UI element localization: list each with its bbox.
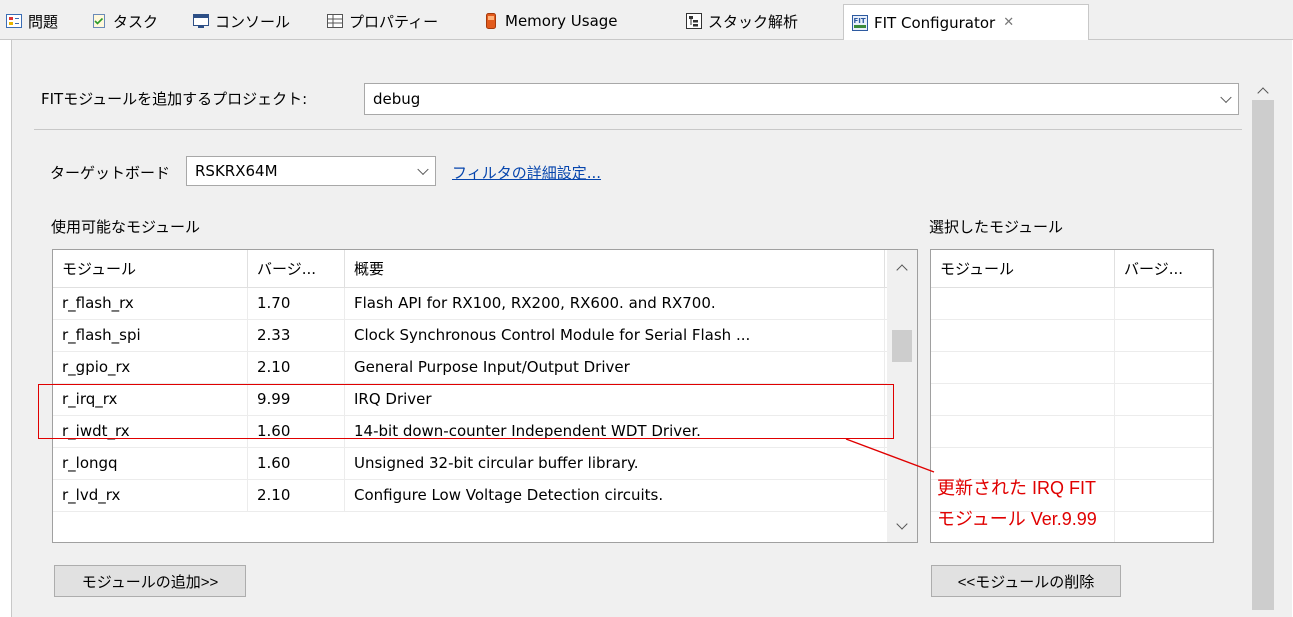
chevron-down-icon [1220, 91, 1232, 104]
table-header: モジュール バージ... [931, 250, 1213, 288]
table-row[interactable]: r_longq 1.60 Unsigned 32-bit circular buff… [53, 448, 917, 480]
empty-cell [1115, 384, 1213, 415]
empty-cell [931, 288, 1115, 319]
cell-summary: Clock Synchronous Control Module for Ser… [345, 320, 885, 351]
target-board-value: RSKRX64M [195, 162, 278, 180]
tab-label: Memory Usage [505, 12, 618, 30]
scrollbar-thumb[interactable] [1252, 100, 1274, 610]
tab-tasks[interactable]: タスク [91, 6, 158, 36]
chevron-down-icon [417, 163, 429, 176]
scrollbar-thumb[interactable] [892, 330, 912, 362]
selected-modules-title: 選択したモジュール [929, 218, 1063, 236]
tab-label: コンソール [215, 12, 291, 31]
table-row[interactable]: r_flash_rx 1.70 Flash API for RX100, RX200… [53, 288, 917, 320]
close-icon[interactable]: ✕ [1003, 15, 1014, 30]
fit-configurator-view: FITモジュールを追加するプロジェクト: debug ターゲットボード RSKR… [11, 40, 1292, 617]
table-row[interactable]: r_flash_spi 2.33 Clock Synchronous Control… [53, 320, 917, 352]
column-header-version[interactable]: バージ... [248, 250, 345, 288]
empty-cell [931, 416, 1115, 447]
tab-console[interactable]: コンソール [193, 6, 290, 36]
empty-row [931, 384, 1213, 416]
target-board-label: ターゲットボード [50, 164, 171, 182]
cell-module: r_flash_spi [53, 320, 248, 351]
tab-label: 問題 [28, 12, 59, 31]
empty-row [931, 352, 1213, 384]
section-divider [34, 129, 1242, 130]
column-header-version[interactable]: バージ... [1115, 250, 1213, 288]
empty-cell [1115, 448, 1213, 479]
tab-fit-configurator[interactable]: FIT FIT Configurator ✕ [843, 4, 1089, 41]
column-header-summary[interactable]: 概要 [345, 250, 885, 288]
project-select-value: debug [373, 90, 421, 108]
empty-cell [1115, 320, 1213, 351]
target-board-select[interactable]: RSKRX64M [186, 156, 436, 186]
empty-row [931, 320, 1213, 352]
project-select[interactable]: debug [364, 83, 1239, 115]
cell-version: 2.33 [248, 320, 345, 351]
cell-module: r_lvd_rx [53, 480, 248, 511]
highlight-box [38, 384, 894, 439]
tasks-icon [91, 13, 107, 29]
empty-cell [931, 384, 1115, 415]
scroll-down-icon[interactable] [896, 518, 908, 530]
view-scrollbar[interactable] [1248, 70, 1278, 610]
tab-memory-usage[interactable]: Memory Usage [483, 6, 618, 36]
cell-module: r_flash_rx [53, 288, 248, 319]
empty-cell [1115, 512, 1213, 542]
tab-label: プロパティー [349, 12, 439, 31]
table-header: モジュール バージ... 概要 [53, 250, 917, 288]
cell-module: r_gpio_rx [53, 352, 248, 383]
tab-label: FIT Configurator [874, 13, 996, 32]
empty-cell [931, 352, 1115, 383]
annotation-line-2: モジュール Ver.9.99 [937, 509, 1097, 529]
svg-text:FIT: FIT [854, 17, 866, 25]
memory-usage-icon [483, 13, 499, 29]
cell-summary: Flash API for RX100, RX200, RX600. and R… [345, 288, 885, 319]
view-tab-bar: 問題 タスク コンソール プロパティー Memory Usage スタック解析 … [0, 0, 1293, 41]
cell-summary: Unsigned 32-bit circular buffer library. [345, 448, 885, 479]
scroll-up-icon[interactable] [896, 264, 908, 276]
fit-icon: FIT [852, 14, 868, 31]
available-modules-title: 使用可能なモジュール [51, 218, 200, 236]
table-row[interactable]: r_lvd_rx 2.10 Configure Low Voltage Detect… [53, 480, 917, 512]
table-row[interactable]: r_gpio_rx 2.10 General Purpose Input/Outpu… [53, 352, 917, 384]
add-module-button[interactable]: モジュールの追加>> [54, 565, 246, 597]
tab-label: スタック解析 [708, 12, 799, 31]
empty-cell [931, 448, 1115, 479]
problems-icon [6, 13, 22, 29]
tab-stack-analysis[interactable]: スタック解析 [686, 6, 798, 36]
empty-cell [1115, 416, 1213, 447]
empty-cell [1115, 288, 1213, 319]
empty-cell [1115, 352, 1213, 383]
annotation-line-1: 更新された IRQ FIT [937, 478, 1096, 498]
cell-version: 2.10 [248, 480, 345, 511]
empty-cell [931, 320, 1115, 351]
empty-cell [1115, 480, 1213, 511]
properties-icon [327, 13, 343, 29]
cell-module: r_longq [53, 448, 248, 479]
cell-summary: General Purpose Input/Output Driver [345, 352, 885, 383]
project-label: FITモジュールを追加するプロジェクト: [41, 90, 308, 108]
cell-version: 2.10 [248, 352, 345, 383]
empty-row [931, 288, 1213, 320]
cell-version: 1.60 [248, 448, 345, 479]
stack-analysis-icon [686, 13, 702, 29]
empty-row [931, 416, 1213, 448]
column-header-module[interactable]: モジュール [53, 250, 248, 288]
cell-summary: Configure Low Voltage Detection circuits… [345, 480, 885, 511]
tab-label: タスク [113, 12, 159, 31]
column-header-module[interactable]: モジュール [931, 250, 1115, 288]
tab-properties[interactable]: プロパティー [327, 6, 438, 36]
filter-settings-link[interactable]: フィルタの詳細設定... [452, 162, 601, 183]
cell-version: 1.70 [248, 288, 345, 319]
console-icon [193, 13, 209, 29]
tab-problems[interactable]: 問題 [6, 6, 58, 36]
remove-module-button[interactable]: <<モジュールの削除 [931, 565, 1121, 597]
scroll-up-icon[interactable] [1257, 87, 1269, 99]
